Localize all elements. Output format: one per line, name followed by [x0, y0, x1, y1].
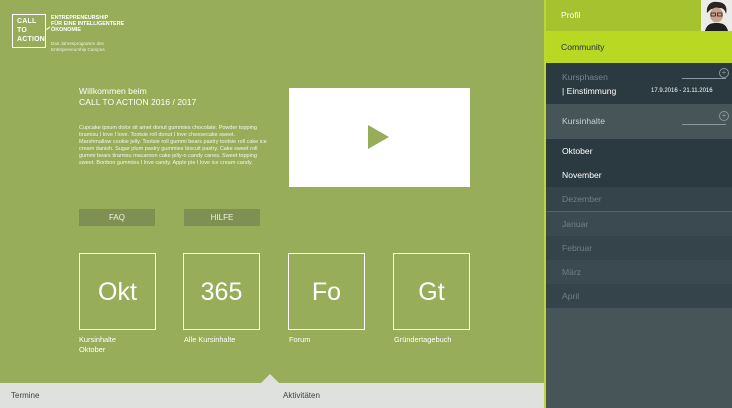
sidebar-item-profil[interactable]: Profil — [546, 0, 732, 31]
tile-kursinhalte-oktober[interactable]: Okt — [79, 253, 156, 330]
plus-icon[interactable]: + — [719, 111, 729, 121]
main-area: CALL TO ACTION ENTREPRENEURSHIP FÜR EINE… — [0, 0, 544, 383]
tile-label-gruendertagebuch[interactable]: Gründertagebuch — [394, 335, 494, 345]
sidebar-item-label: Profil — [561, 10, 581, 20]
video-player[interactable] — [289, 88, 470, 187]
logo-subline: Das Jahresprogramm des Entrepreneurship … — [51, 41, 141, 52]
tile-gruendertagebuch[interactable]: Gt — [393, 253, 470, 330]
month-item-oktober[interactable]: Oktober — [546, 139, 732, 163]
sidebar-item-community[interactable]: Community — [546, 31, 732, 63]
tile-alle-kursinhalte[interactable]: 365 — [183, 253, 260, 330]
tab-termine[interactable]: Termine — [11, 391, 39, 400]
current-phase: | Einstimmung — [562, 86, 617, 96]
kursinhalte-label: Kursinhalte — [562, 116, 605, 126]
welcome-line-2: CALL TO ACTION 2016 / 2017 — [79, 97, 197, 107]
sidebar: Profil Community Kursphasen + | Einstimm… — [544, 0, 732, 408]
month-item-april[interactable]: April — [546, 284, 732, 308]
month-item-maerz[interactable]: März — [546, 260, 732, 284]
tile-label-alle-kursinhalte[interactable]: Alle Kursinhalte — [184, 335, 284, 345]
month-item-januar[interactable]: Januar — [546, 212, 732, 236]
logo-line-3: ACTION — [17, 36, 46, 43]
welcome-heading: Willkommen beim CALL TO ACTION 2016 / 20… — [79, 86, 196, 108]
month-item-dezember[interactable]: Dezember — [546, 187, 732, 211]
kursphasen-section[interactable] — [546, 63, 732, 104]
logo-line-1: CALL — [17, 18, 37, 25]
faq-button[interactable]: FAQ — [79, 209, 155, 226]
plus-icon[interactable]: + — [719, 68, 729, 78]
logo-line-2: TO — [17, 27, 27, 34]
kursphasen-label: Kursphasen — [562, 72, 608, 82]
intro-text: Cupcake ipsum dolor sit amet donut gummi… — [79, 125, 267, 166]
tile-label-line-2: Oktober — [79, 345, 106, 354]
active-tab-caret-icon — [261, 374, 279, 383]
subline-line-2: Entrepreneurship Campus — [51, 46, 105, 52]
tile-label-forum[interactable]: Forum — [289, 335, 389, 345]
tab-aktivitaeten[interactable]: Aktivitäten — [283, 391, 320, 400]
tile-label-line-1: Kursinhalte — [79, 335, 116, 344]
phase-dates: 17.9.2016 - 21.11.2016 — [651, 88, 713, 94]
kursinhalte-underline — [682, 124, 726, 125]
tagline-line-3: ÖKONOMIE — [51, 27, 81, 33]
avatar[interactable] — [701, 0, 732, 31]
month-item-november[interactable]: November — [546, 163, 732, 187]
tile-forum[interactable]: Fo — [288, 253, 365, 330]
hilfe-button[interactable]: HILFE — [184, 209, 260, 226]
logo-tagline: ENTREPRENEURSHIP FÜR EINE INTELLIGENTERE… — [51, 15, 151, 33]
play-icon[interactable] — [368, 125, 389, 149]
month-item-februar[interactable]: Februar — [546, 236, 732, 260]
sidebar-item-label: Community — [561, 42, 605, 52]
logo[interactable]: CALL TO ACTION — [12, 14, 46, 48]
kursphasen-underline — [682, 78, 726, 79]
welcome-line-1: Willkommen beim — [79, 86, 147, 96]
tile-label-kursinhalte-oktober[interactable]: Kursinhalte Oktober — [79, 335, 179, 355]
bottom-bar: Termine Aktivitäten — [0, 383, 544, 408]
